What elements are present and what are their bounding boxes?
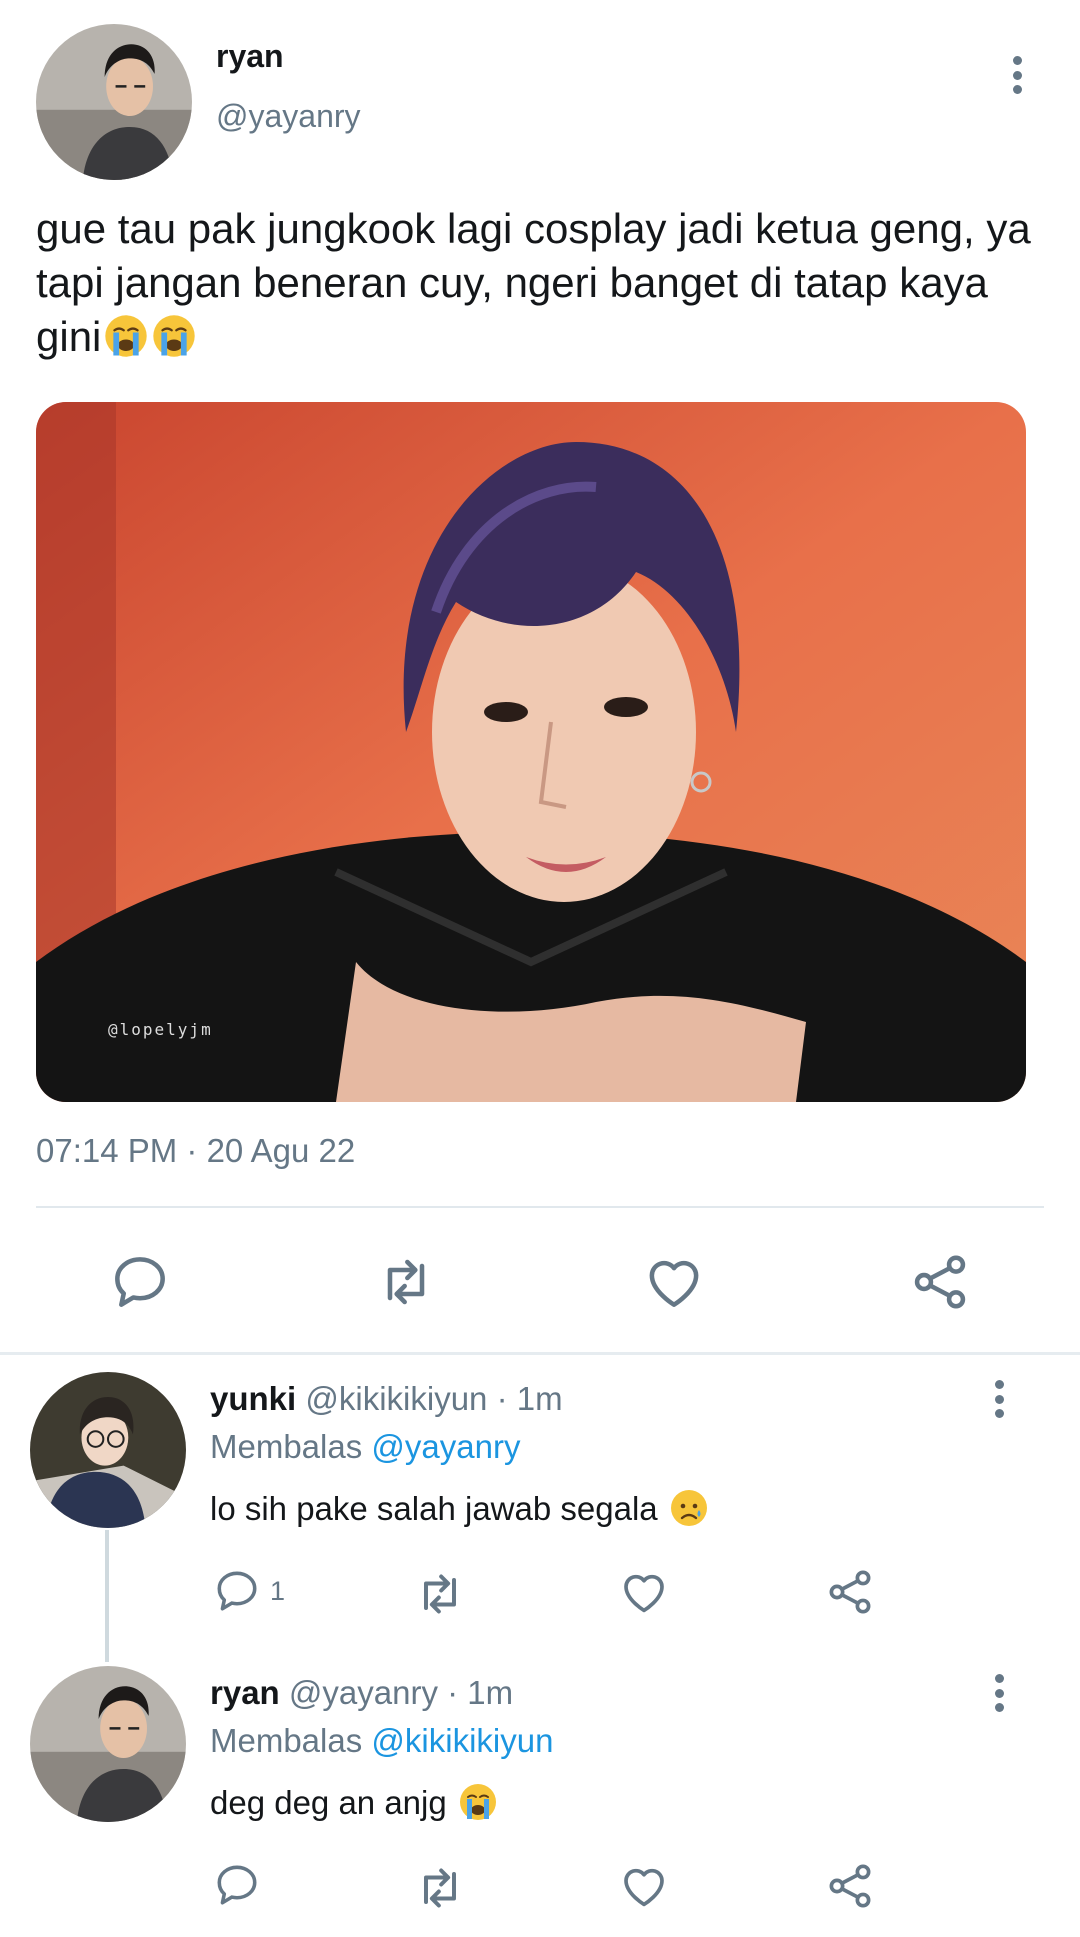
reply-button[interactable]	[108, 1250, 172, 1314]
author-name[interactable]: ryan	[216, 38, 284, 75]
reply-avatar[interactable]	[30, 1372, 186, 1528]
reply-text: deg deg an anjg	[210, 1782, 498, 1822]
author-handle[interactable]: @yayanry	[216, 98, 361, 135]
reply-header: yunki @kikikikiyun · 1m	[210, 1380, 563, 1418]
reply-icon	[212, 1860, 262, 1910]
reply-header: ryan @yayanry · 1m	[210, 1674, 513, 1712]
more-options-icon[interactable]	[984, 1670, 1014, 1716]
like-button[interactable]	[618, 1860, 670, 1912]
retweet-button[interactable]	[412, 1860, 468, 1916]
media-watermark: @lopelyjm	[108, 1020, 213, 1039]
share-icon	[908, 1250, 972, 1314]
like-button[interactable]	[618, 1566, 670, 1618]
retweet-icon	[412, 1566, 468, 1622]
user-avatar-photo-icon	[36, 24, 192, 180]
more-options-icon[interactable]	[1002, 52, 1032, 98]
like-icon	[642, 1250, 706, 1314]
tweet-media-image[interactable]: @lopelyjm	[36, 402, 1026, 1102]
more-options-icon[interactable]	[984, 1376, 1014, 1422]
share-icon	[824, 1566, 876, 1618]
like-icon	[618, 1566, 670, 1618]
reply-handle-time: @yayanry · 1m	[288, 1674, 514, 1711]
author-avatar[interactable]	[36, 24, 192, 180]
replying-to: Membalas @yayanry	[210, 1428, 520, 1466]
replying-prefix: Membalas	[210, 1722, 363, 1759]
tweet-timestamp: 07:14 PM · 20 Agu 22	[36, 1132, 356, 1169]
reply-author-name[interactable]: yunki	[210, 1380, 296, 1417]
retweet-icon	[412, 1860, 468, 1916]
reply-button[interactable]: 1	[212, 1566, 285, 1616]
reply-text: lo sih pake salah jawab segala	[210, 1488, 709, 1528]
section-divider	[0, 1352, 1080, 1355]
loudly-crying-face-icon	[151, 313, 197, 359]
user-avatar-photo-icon	[30, 1666, 186, 1822]
retweet-button[interactable]	[374, 1250, 438, 1314]
reply-button[interactable]	[212, 1860, 262, 1910]
replying-to: Membalas @kikikikiyun	[210, 1722, 553, 1760]
reply-handle-time: @kikikikiyun · 1m	[305, 1380, 563, 1417]
reply-avatar[interactable]	[30, 1666, 186, 1822]
share-button[interactable]	[824, 1860, 876, 1912]
like-icon	[618, 1860, 670, 1912]
retweet-button[interactable]	[412, 1566, 468, 1622]
replying-prefix: Membalas	[210, 1428, 363, 1465]
retweet-icon	[374, 1250, 438, 1314]
divider	[36, 1206, 1044, 1208]
tweet-text: gue tau pak jungkook lagi cosplay jadi k…	[36, 202, 1046, 364]
loudly-crying-face-icon	[103, 313, 149, 359]
replying-mention-link[interactable]: @kikikikiyun	[371, 1722, 553, 1759]
reply-count: 1	[270, 1575, 286, 1606]
sad-face-icon	[669, 1488, 709, 1528]
reply-text-body: lo sih pake salah jawab segala	[210, 1490, 658, 1527]
portrait-photo	[36, 402, 1026, 1102]
loudly-crying-face-icon	[458, 1782, 498, 1822]
reply-author-name[interactable]: ryan	[210, 1674, 280, 1711]
user-avatar-photo-icon	[30, 1372, 186, 1528]
share-icon	[824, 1860, 876, 1912]
like-button[interactable]	[642, 1250, 706, 1314]
share-button[interactable]	[824, 1566, 876, 1618]
thread-connector	[105, 1530, 109, 1662]
reply-text-body: deg deg an anjg	[210, 1784, 447, 1821]
share-button[interactable]	[908, 1250, 972, 1314]
reply-icon	[212, 1566, 262, 1616]
reply-icon	[108, 1250, 172, 1314]
replying-mention-link[interactable]: @yayanry	[371, 1428, 520, 1465]
